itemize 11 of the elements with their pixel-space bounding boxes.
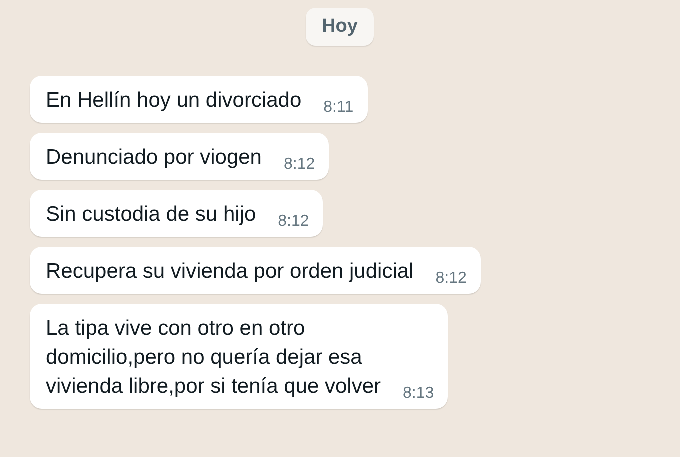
message-time: 8:12 (277, 213, 310, 231)
message-text: La tipa vive con otro en otro domicilio,pero no quería dejar esa vivienda libre,por si tenía que volver (46, 316, 382, 400)
message-text: En Hellín hoy un divorciado (46, 88, 302, 114)
message-time: 8:12 (434, 270, 467, 288)
message-time: 8:13 (402, 385, 434, 403)
message-text: Sin custodia de su hijo (46, 202, 256, 228)
date-chip: Hoy (306, 8, 374, 46)
message-time: 8:12 (283, 156, 316, 174)
message-text: Denunciado por viogen (46, 145, 262, 171)
message-text: Recupera su vivienda por orden judicial (46, 259, 414, 285)
message-time: 8:11 (322, 99, 354, 117)
